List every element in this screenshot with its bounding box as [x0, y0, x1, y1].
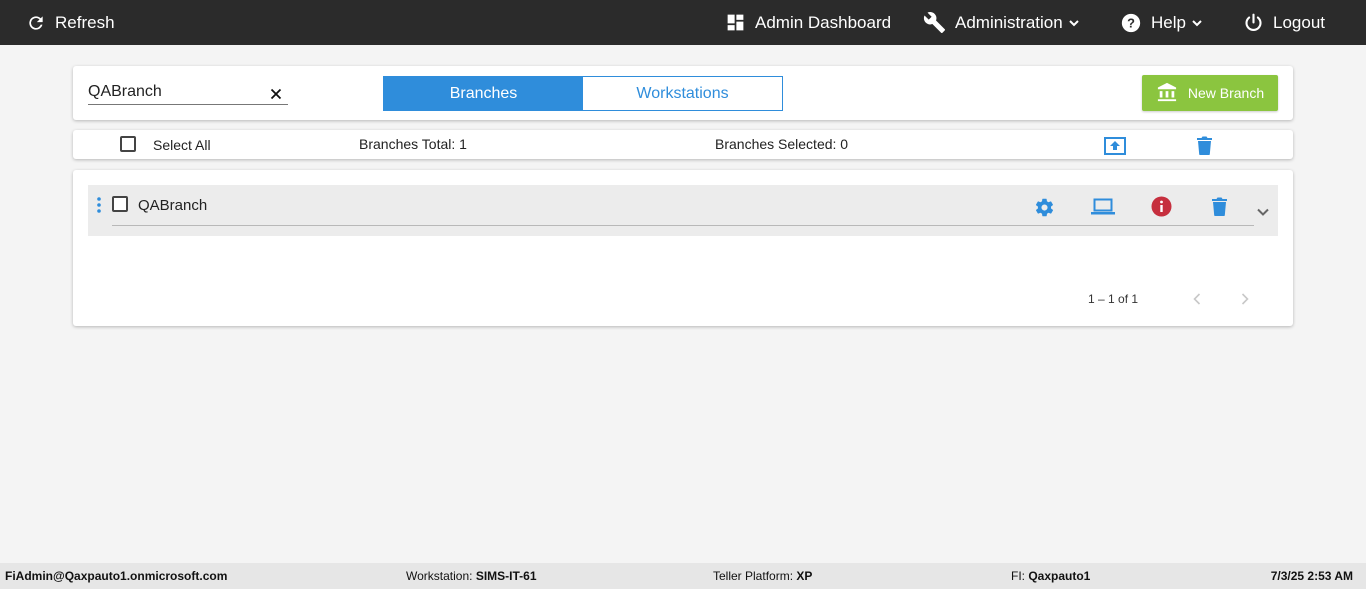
search-input[interactable] [88, 81, 258, 103]
chevron-down-icon [1191, 17, 1203, 29]
footer-workstation: Workstation: SIMS-IT-61 [406, 569, 537, 583]
new-branch-button[interactable]: New Branch [1142, 75, 1278, 111]
dashboard-icon [725, 12, 746, 33]
top-navigation-bar: Refresh Admin Dashboard Administration ?… [0, 0, 1366, 45]
branches-total: Branches Total: 1 [359, 136, 467, 152]
tab-workstations[interactable]: Workstations [583, 77, 782, 110]
bank-icon [1156, 82, 1178, 105]
chevron-down-icon[interactable] [1257, 203, 1269, 221]
summary-bar: Select All Branches Total: 1 Branches Se… [73, 130, 1293, 159]
help-label: Help [1151, 12, 1186, 32]
search-field [88, 81, 288, 105]
trash-icon[interactable] [1197, 136, 1212, 160]
refresh-icon [26, 13, 46, 33]
info-icon[interactable] [1151, 196, 1172, 222]
tab-branches[interactable]: Branches [384, 77, 583, 110]
logout-label: Logout [1273, 12, 1325, 32]
upload-icon[interactable] [1104, 137, 1126, 160]
gear-icon[interactable] [1034, 197, 1055, 223]
new-branch-label: New Branch [1187, 85, 1265, 101]
kebab-icon[interactable] [97, 197, 101, 218]
row-divider [112, 225, 1254, 226]
power-icon [1243, 12, 1264, 33]
branch-checkbox[interactable] [112, 196, 128, 212]
pager-range: 1 – 1 of 1 [1088, 292, 1139, 306]
refresh-label: Refresh [55, 12, 115, 32]
footer-fi: FI: Qaxpauto1 [1011, 569, 1091, 583]
toolbar-card: Branches Workstations New Branch [73, 66, 1293, 120]
select-all-label: Select All [153, 137, 211, 153]
logout-button[interactable]: Logout [1243, 0, 1325, 45]
help-menu[interactable]: ? Help [1120, 0, 1203, 45]
wrench-icon [923, 11, 946, 34]
trash-icon[interactable] [1212, 197, 1227, 221]
close-icon[interactable] [270, 87, 282, 105]
admin-dashboard-label: Admin Dashboard [755, 12, 892, 32]
footer-user: FiAdmin@Qaxpauto1.onmicrosoft.com [5, 569, 228, 583]
list-item[interactable]: QABranch [88, 185, 1278, 236]
laptop-icon[interactable] [1091, 198, 1115, 221]
branches-selected: Branches Selected: 0 [715, 136, 849, 152]
branch-list-card: QABranch 1 – 1 of 1 [73, 170, 1293, 326]
branch-name: QABranch [138, 197, 208, 214]
chevron-right-icon[interactable] [1241, 292, 1249, 310]
admin-dashboard-link[interactable]: Admin Dashboard [725, 0, 891, 45]
footer-datetime: 7/3/25 2:53 AM [1270, 569, 1353, 583]
help-icon: ? [1120, 12, 1142, 34]
view-tabs: Branches Workstations [383, 76, 783, 111]
administration-menu[interactable]: Administration [923, 0, 1080, 45]
chevron-left-icon[interactable] [1193, 292, 1201, 310]
administration-label: Administration [955, 12, 1063, 32]
svg-text:?: ? [1127, 15, 1135, 30]
select-all-checkbox[interactable] [120, 136, 136, 152]
chevron-down-icon [1068, 17, 1080, 29]
status-footer: FiAdmin@Qaxpauto1.onmicrosoft.com Workst… [0, 563, 1366, 589]
refresh-button[interactable]: Refresh [26, 0, 115, 45]
footer-teller-platform: Teller Platform: XP [713, 569, 813, 583]
